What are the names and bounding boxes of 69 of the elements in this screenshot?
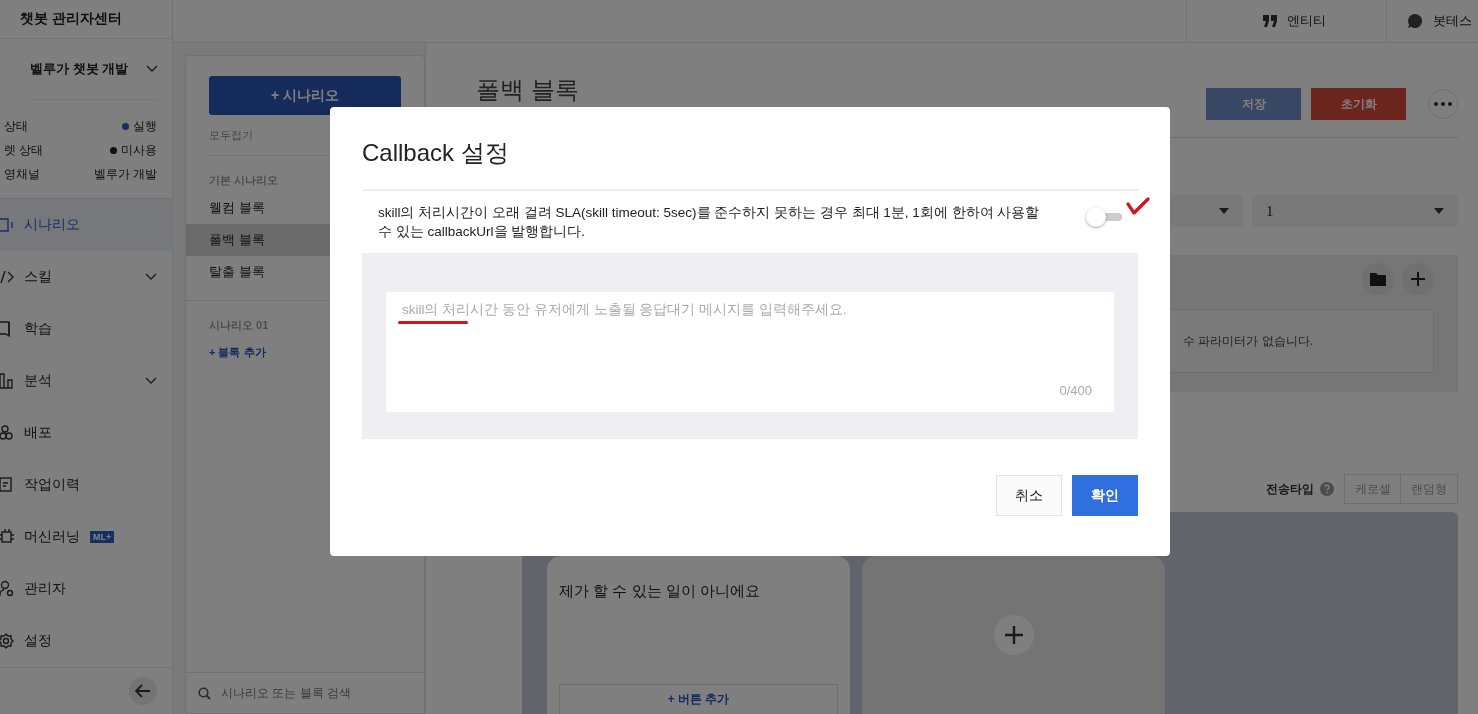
info-label: 영채널 (4, 165, 40, 183)
app-title: 챗봇 관리자센터 (20, 10, 122, 29)
info-label: 상태 (4, 117, 28, 135)
nav-item[interactable]: 스킬 (0, 251, 172, 304)
info-value: 미사용 (121, 141, 157, 159)
settings-icon (0, 632, 14, 651)
nav-item[interactable]: 분석 (0, 355, 172, 408)
chevron-down-icon (146, 65, 158, 74)
quote-icon (1263, 15, 1277, 27)
search-icon (198, 686, 211, 700)
chart-icon (0, 372, 14, 391)
chat-icon (1407, 13, 1423, 29)
collapse-button[interactable] (129, 677, 157, 706)
search-field[interactable]: 시나리오 또는 블록 검색 (219, 685, 412, 701)
info-label: 렛 상태 (4, 141, 44, 159)
nav-item[interactable]: 관리자 (0, 563, 172, 616)
collapse-all-link[interactable]: 모두접기 (209, 127, 253, 143)
folder-button[interactable] (1362, 263, 1394, 295)
send-type-label: 전송타입 (1266, 480, 1314, 498)
nav-label: 작업이력 (24, 476, 80, 495)
nav-label: 학습 (24, 320, 52, 339)
nav-item[interactable]: 시나리오 (0, 199, 172, 252)
dropdown[interactable]: 1 (1252, 195, 1458, 227)
admin-icon (0, 580, 14, 599)
bot-selector[interactable]: 벨루가 챗봇 개발 (30, 39, 158, 101)
arrow-left-icon (135, 684, 151, 699)
more-icon (1434, 102, 1452, 106)
nav-label: 관리자 (24, 580, 66, 599)
caret-icon (1219, 208, 1229, 214)
header-action[interactable]: 엔티티 (1186, 0, 1386, 42)
nav-label: 시나리오 (24, 216, 80, 235)
nav-item[interactable]: 머신러닝 ML+ (0, 511, 172, 564)
folder-icon (1370, 272, 1386, 286)
card-text: 제가 할 수 있는 일이 아니에요 (558, 581, 761, 601)
plus-icon (1411, 272, 1425, 286)
plus-icon (1004, 626, 1023, 644)
nav-item[interactable]: 배포 (0, 407, 172, 460)
add-button-button[interactable]: + 버튼 추가 (559, 684, 838, 714)
check-mark-annotation (1126, 197, 1150, 215)
add-block-link[interactable]: + 블록 추가 (209, 346, 266, 358)
more-button[interactable] (1428, 89, 1458, 119)
character-counter: 0/400 (1059, 383, 1092, 398)
reset-button[interactable]: 초기화 (1311, 88, 1406, 120)
nav-label: 배포 (24, 424, 52, 443)
caret-icon (1434, 208, 1444, 214)
nav-item[interactable]: 작업이력 (0, 459, 172, 512)
help-icon (1320, 482, 1334, 496)
add-button[interactable] (1402, 263, 1434, 295)
header-action[interactable]: 봇테스 (1386, 0, 1478, 42)
empty-message: 수 파라미터가 없습니다. (1183, 332, 1313, 350)
confirm-button[interactable]: 확인 (1072, 475, 1138, 516)
nav-label: 스킬 (24, 268, 52, 287)
block-title: 폴백 블록 (475, 75, 579, 105)
info-value: 벨루가 개발 (93, 165, 157, 183)
info-value: 실행 (133, 117, 157, 135)
deploy-icon (0, 424, 14, 443)
nav-label: 머신러닝 (24, 528, 80, 547)
add-card-button[interactable] (993, 615, 1034, 655)
nav-label: 설정 (24, 632, 52, 651)
nav-item[interactable]: 학습 (0, 303, 172, 356)
underline-annotation (398, 321, 468, 324)
cancel-button[interactable]: 취소 (996, 475, 1062, 516)
scenario-icon (0, 216, 14, 235)
log-icon (0, 476, 14, 495)
ml-badge: ML+ (90, 531, 115, 544)
nav-label: 분석 (24, 372, 52, 391)
nav-item[interactable]: 설정 (0, 615, 172, 668)
dialog-title: Callback 설정 (362, 107, 1138, 191)
add-scenario-button[interactable]: + 시나리오 (209, 76, 401, 115)
